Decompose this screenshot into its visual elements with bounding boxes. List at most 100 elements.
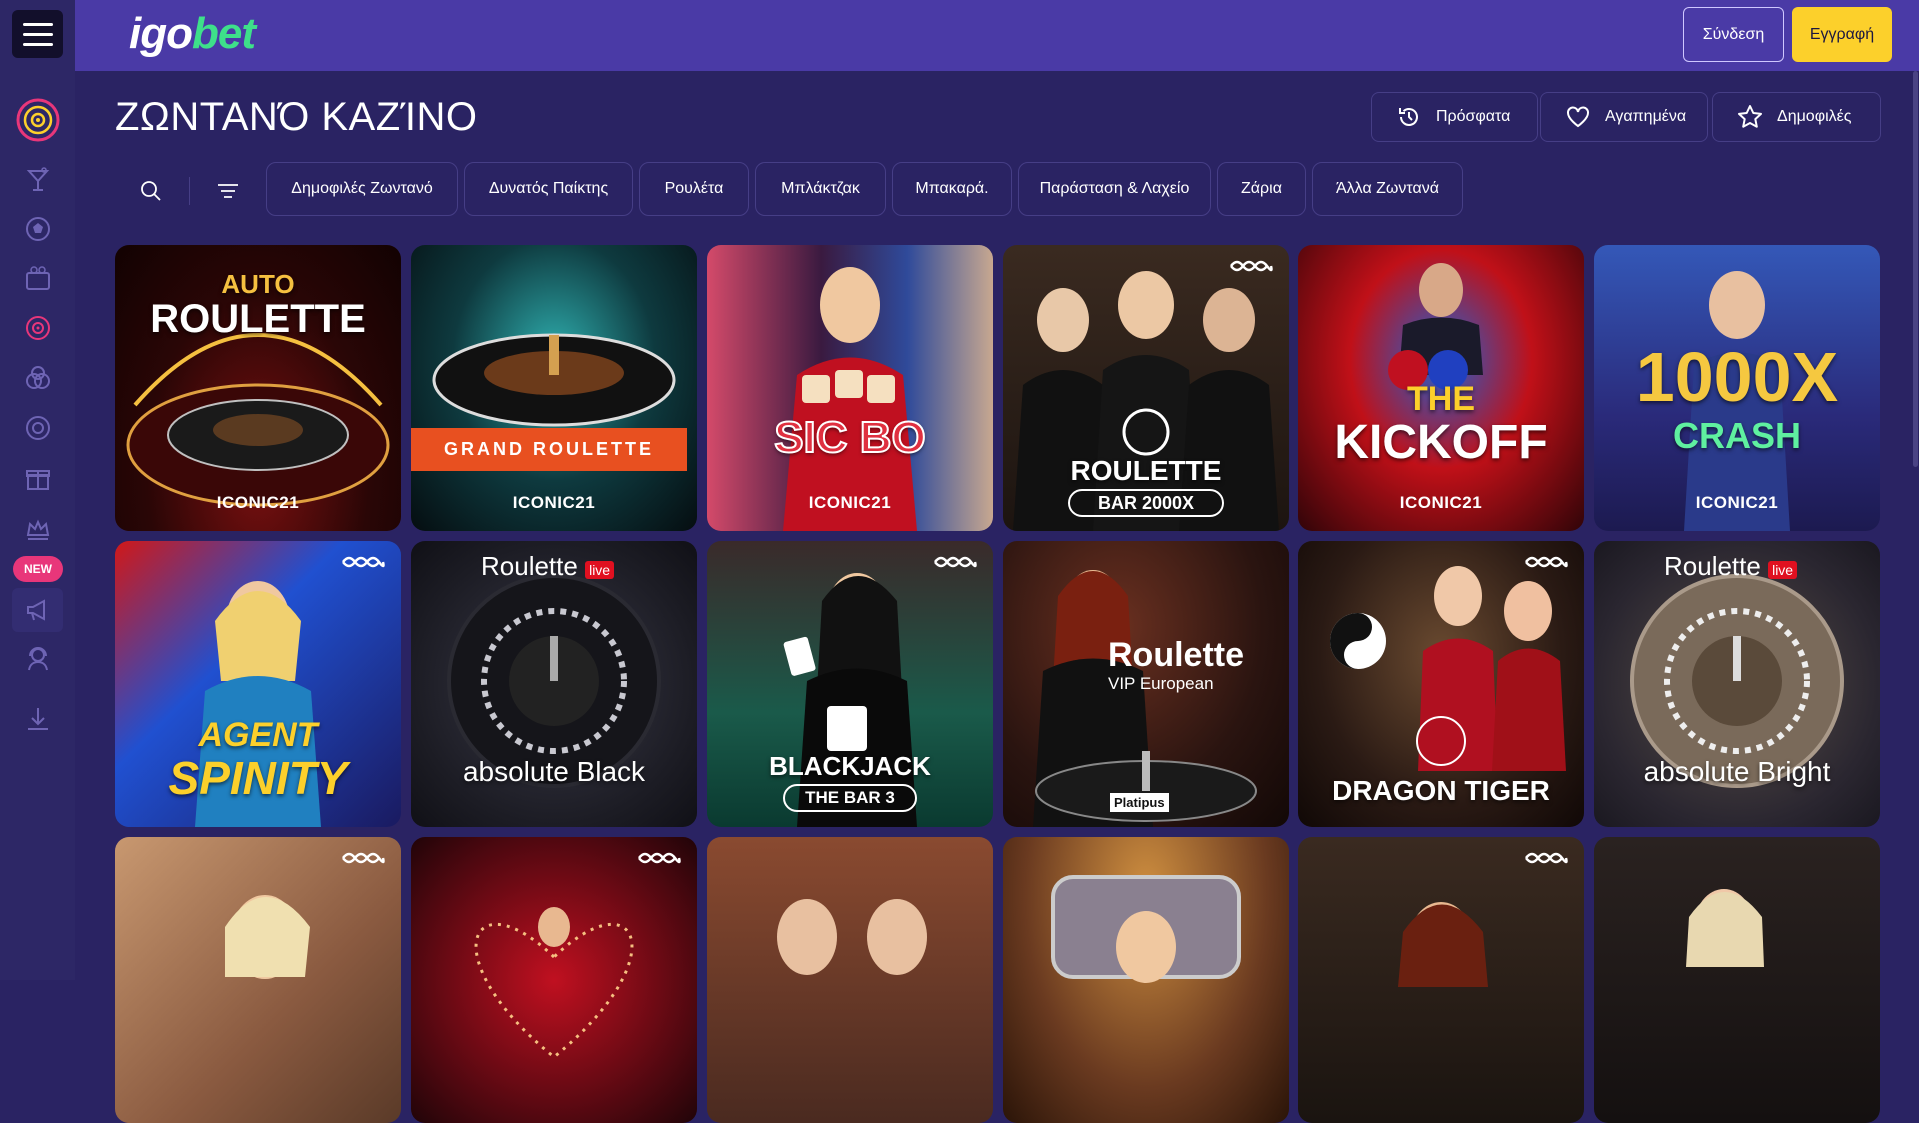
lottery-balls-icon xyxy=(25,366,50,389)
scrollbar-thumb[interactable] xyxy=(1913,71,1918,467)
game-title-line1: Roulette live xyxy=(481,551,615,582)
sidebar-sports-icon[interactable] xyxy=(0,209,75,249)
live-logo-icon xyxy=(1525,852,1568,864)
dealers-art xyxy=(777,899,927,975)
dealer-art xyxy=(225,895,310,979)
soccer-ball-icon xyxy=(25,217,50,241)
live-logo-icon xyxy=(342,556,385,568)
login-button[interactable]: Σύνδεση xyxy=(1683,7,1784,62)
game-tile[interactable]: Roulette VIP European Platipus xyxy=(1003,541,1289,827)
game-tile[interactable]: DRAGON TIGER xyxy=(1298,541,1584,827)
popular-button[interactable]: Δημοφιλές xyxy=(1712,92,1881,142)
filter-tools xyxy=(135,175,244,207)
game-title-line1: AGENT xyxy=(198,716,318,754)
dealer-art xyxy=(783,267,917,531)
category-chip-baccarat[interactable]: Μπακαρά. xyxy=(892,162,1012,216)
game-subtitle: VIP European xyxy=(1108,674,1214,693)
sidebar-live-casino-icon[interactable] xyxy=(0,308,75,348)
recent-label: Πρόσφατα xyxy=(1436,108,1511,125)
dealer-art xyxy=(474,907,634,1059)
roulette-icon xyxy=(25,316,50,340)
target-icon xyxy=(16,98,59,142)
roulette-wheel-art xyxy=(432,333,676,427)
live-logo-icon xyxy=(638,852,681,864)
game-tile[interactable]: AUTO ROULETTE ICONIC21 xyxy=(115,245,401,531)
live-tv-icon xyxy=(25,266,50,290)
game-subtitle: BAR 2000X xyxy=(1068,489,1224,517)
sidebar-download-icon[interactable] xyxy=(0,699,75,739)
game-provider: ICONIC21 xyxy=(216,493,300,512)
game-tile[interactable] xyxy=(1298,837,1584,1123)
live-logo-icon xyxy=(1525,556,1568,568)
game-title: SIC BO xyxy=(773,412,927,463)
game-title-line1: Roulette live xyxy=(1664,551,1798,582)
sidebar-tournaments-icon[interactable] xyxy=(12,588,63,632)
category-chip-other-live[interactable]: Άλλα Ζωντανά xyxy=(1312,162,1463,216)
register-button[interactable]: Εγγραφή xyxy=(1792,7,1892,62)
sidebar-vip-icon[interactable] xyxy=(0,509,75,549)
game-tile[interactable]: ROULETTE BAR 2000X xyxy=(1003,245,1289,531)
crown-icon xyxy=(26,519,49,540)
game-tile[interactable] xyxy=(115,837,401,1123)
game-tile[interactable]: THE KICKOFF ICONIC21 xyxy=(1298,245,1584,531)
game-title: SPINITY xyxy=(168,752,348,804)
sidebar-support-icon[interactable] xyxy=(0,638,75,678)
popular-label: Δημοφιλές xyxy=(1777,108,1852,125)
category-chip-roulette[interactable]: Ρουλέτα xyxy=(639,162,749,216)
game-tile[interactable]: SIC BO ICONIC21 xyxy=(707,245,993,531)
category-chip-show-lottery[interactable]: Παράσταση & Λαχείο xyxy=(1018,162,1211,216)
game-title-line1: AUTO xyxy=(221,269,295,299)
game-title-line1: 1000X xyxy=(1635,338,1839,416)
game-tile[interactable]: 1000X CRASH ICONIC21 xyxy=(1594,245,1880,531)
game-title: absolute Bright xyxy=(1643,756,1831,787)
game-provider: ICONIC21 xyxy=(1399,493,1483,512)
dealer-art xyxy=(1398,902,1488,987)
favorites-label: Αγαπημένα xyxy=(1605,108,1687,125)
category-chip-blackjack[interactable]: Μπλάκτζακ xyxy=(755,162,886,216)
game-title: BLACKJACK xyxy=(769,751,931,781)
game-tile[interactable] xyxy=(1594,837,1880,1123)
game-provider: Platipus xyxy=(1110,793,1169,812)
game-tile[interactable]: GRAND ROULETTE ICONIC21 xyxy=(411,245,697,531)
sidebar-promotions-icon[interactable] xyxy=(0,458,75,498)
game-provider: ICONIC21 xyxy=(808,493,892,512)
cocktail-icon xyxy=(26,167,49,191)
sidebar-poker-icon[interactable] xyxy=(0,408,75,448)
game-tile[interactable]: Roulette live absolute Black xyxy=(411,541,697,827)
filter-button[interactable] xyxy=(212,175,244,207)
sidebar-live-icon[interactable] xyxy=(0,259,75,299)
gift-icon xyxy=(25,470,50,490)
menu-line xyxy=(22,42,53,46)
category-chip-dice[interactable]: Ζάρια xyxy=(1217,162,1306,216)
live-logo-icon xyxy=(934,556,977,568)
live-logo-icon xyxy=(1230,260,1273,272)
igobet-logo[interactable]: igobet xyxy=(129,10,256,58)
menu-line xyxy=(22,22,53,26)
sidebar-lottery-icon[interactable] xyxy=(0,358,75,398)
heart-icon xyxy=(1567,106,1589,128)
game-tile[interactable]: Roulette live absolute Bright xyxy=(1594,541,1880,827)
sidebar: NEW xyxy=(0,0,75,980)
search-button[interactable] xyxy=(135,175,167,207)
history-icon xyxy=(1399,108,1418,126)
page-scrollbar[interactable] xyxy=(1912,71,1919,980)
host-art xyxy=(1051,875,1241,983)
category-chip-popular-live[interactable]: Δημοφιλές Ζωντανό xyxy=(266,162,458,216)
recent-button[interactable]: Πρόσφατα xyxy=(1371,92,1538,142)
game-title: KICKOFF xyxy=(1334,416,1548,469)
star-icon xyxy=(1738,105,1762,128)
game-tile[interactable]: BLACKJACK THE BAR 3 xyxy=(707,541,993,827)
game-tile[interactable] xyxy=(1003,837,1289,1123)
game-title: DRAGON TIGER xyxy=(1332,775,1550,806)
game-tile[interactable]: AGENT SPINITY xyxy=(115,541,401,827)
menu-button[interactable] xyxy=(12,10,63,58)
top-header: igobet Σύνδεση Εγγραφή xyxy=(75,0,1919,71)
sidebar-casino-icon[interactable] xyxy=(0,98,75,142)
dealer-art xyxy=(1686,889,1764,967)
game-tile[interactable] xyxy=(411,837,697,1123)
favorites-button[interactable]: Αγαπημένα xyxy=(1540,92,1708,142)
sidebar-cocktail-icon[interactable] xyxy=(0,160,75,200)
category-chip-high-roller[interactable]: Δυνατός Παίκτης xyxy=(464,162,633,216)
game-tile[interactable] xyxy=(707,837,993,1123)
game-subtitle: THE BAR 3 xyxy=(783,784,917,812)
